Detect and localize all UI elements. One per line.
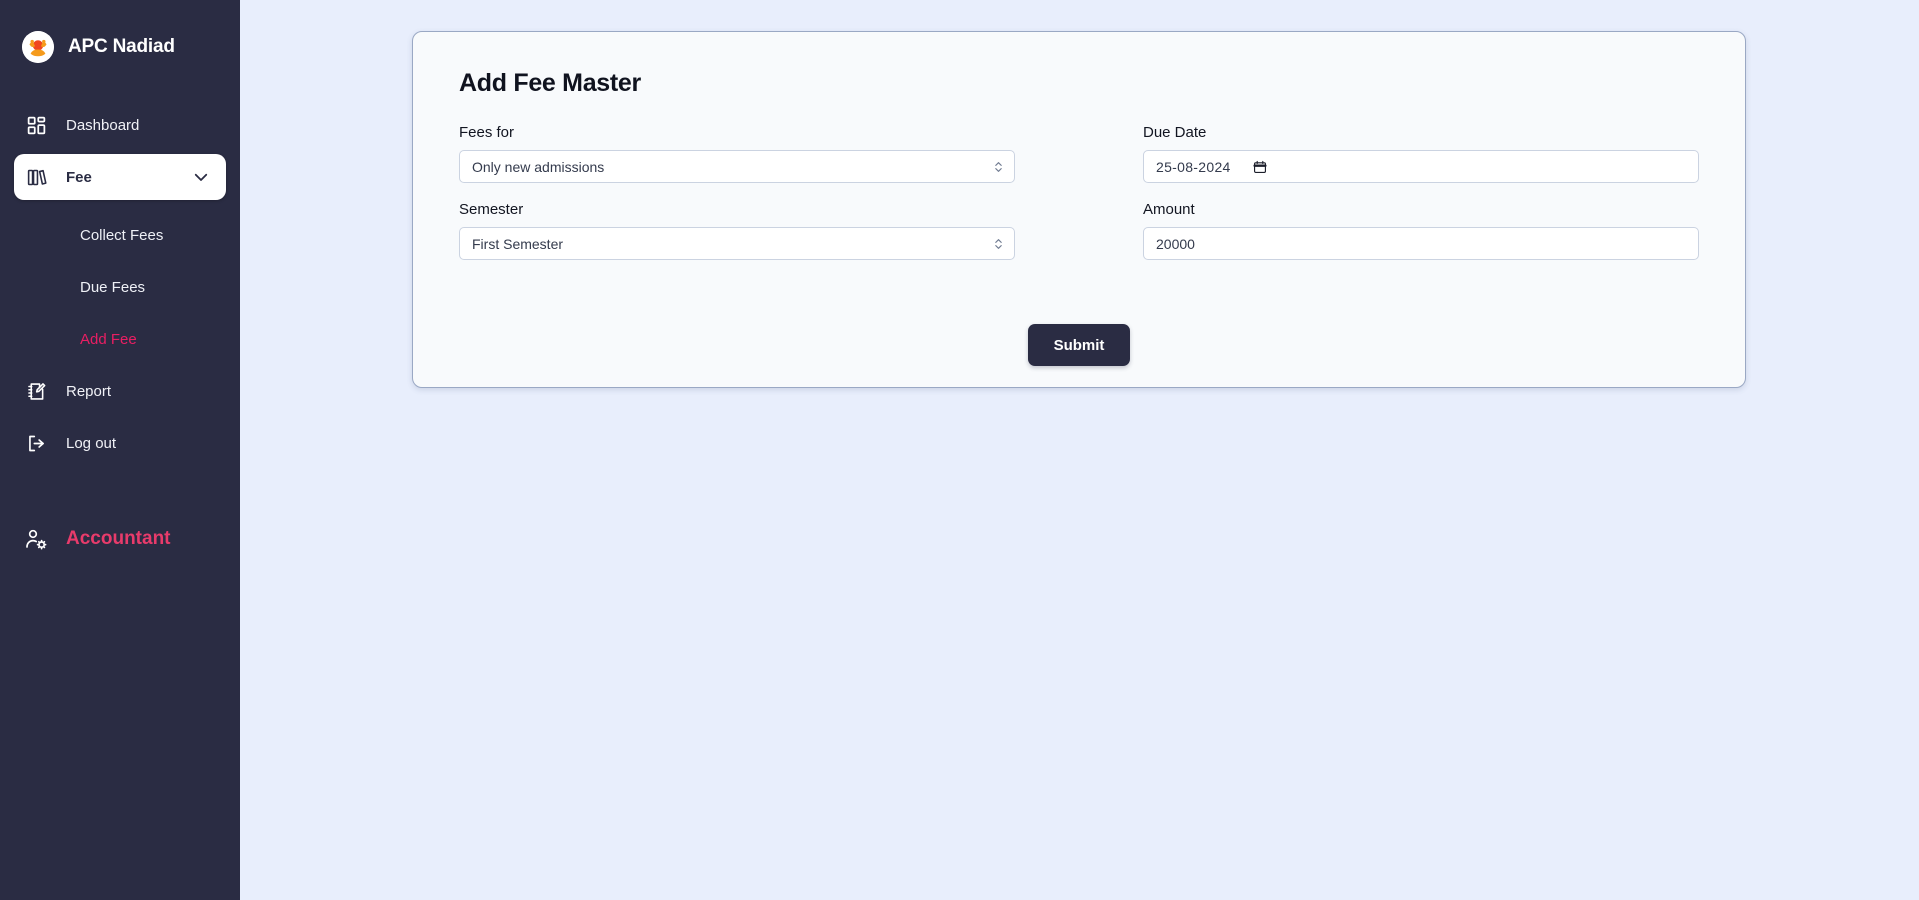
chevron-down-icon[interactable] <box>192 168 210 186</box>
user-settings-icon <box>24 527 48 551</box>
brand[interactable]: APC Nadiad <box>0 22 240 72</box>
sidebar-nav: Dashboard Fee Collect Fees Due Fees Add … <box>0 102 240 466</box>
semester-select-wrap: First Semester <box>459 227 1015 260</box>
due-date-wrap: 25-08-2024 <box>1143 150 1699 183</box>
sunrise-person-logo-icon <box>22 31 54 63</box>
sidebar-item-label: Dashboard <box>66 116 140 134</box>
fees-for-select-wrap: Only new admissions <box>459 150 1015 183</box>
add-fee-master-card: Add Fee Master Fees for Only new admissi… <box>412 31 1746 388</box>
main-content: Add Fee Master Fees for Only new admissi… <box>240 0 1919 900</box>
sidebar-item-logout[interactable]: Log out <box>14 420 226 466</box>
logout-icon <box>24 431 48 455</box>
notebook-pencil-icon <box>24 379 48 403</box>
calendar-icon[interactable] <box>1253 160 1267 174</box>
sidebar-subitem-add-fee[interactable]: Add Fee <box>14 314 226 366</box>
amount-label: Amount <box>1143 201 1195 218</box>
submit-row: Submit <box>443 324 1715 366</box>
brand-title: APC Nadiad <box>68 36 175 57</box>
page-title: Add Fee Master <box>459 69 641 97</box>
due-date-input[interactable]: 25-08-2024 <box>1143 150 1699 183</box>
sidebar-item-label: Log out <box>66 434 117 452</box>
grid-icon <box>24 113 48 137</box>
sidebar-role-label: Accountant <box>66 528 171 549</box>
add-fee-form: Fees for Only new admissions Due Date 25… <box>443 124 1715 260</box>
sidebar-item-label: Fee <box>66 168 92 186</box>
sidebar-subitem-due-fees[interactable]: Due Fees <box>14 262 226 314</box>
books-icon <box>24 165 48 189</box>
semester-label: Semester <box>459 201 524 218</box>
sidebar-item-report[interactable]: Report <box>14 368 226 414</box>
sidebar-item-label: Report <box>66 382 112 400</box>
fees-for-label: Fees for <box>459 124 515 141</box>
due-date-field-group: Due Date 25-08-2024 <box>1143 124 1699 183</box>
sidebar-item-fee[interactable]: Fee <box>14 154 226 200</box>
amount-input[interactable] <box>1143 227 1699 260</box>
amount-field-group: Amount <box>1143 201 1699 260</box>
fees-for-select[interactable]: Only new admissions <box>459 150 1015 183</box>
sidebar-role-accountant[interactable]: Accountant <box>0 516 240 562</box>
fee-submenu: Collect Fees Due Fees Add Fee <box>14 206 226 366</box>
due-date-value: 25-08-2024 <box>1156 158 1231 175</box>
sidebar-subitem-collect-fees[interactable]: Collect Fees <box>14 210 226 262</box>
sidebar: APC Nadiad Dashboard Fee Collect Fees Du… <box>0 0 240 900</box>
submit-button[interactable]: Submit <box>1027 324 1131 366</box>
sidebar-item-dashboard[interactable]: Dashboard <box>14 102 226 148</box>
semester-field-group: Semester First Semester <box>459 201 1015 260</box>
due-date-label: Due Date <box>1143 124 1207 141</box>
semester-select[interactable]: First Semester <box>459 227 1015 260</box>
fees-for-field-group: Fees for Only new admissions <box>459 124 1015 183</box>
